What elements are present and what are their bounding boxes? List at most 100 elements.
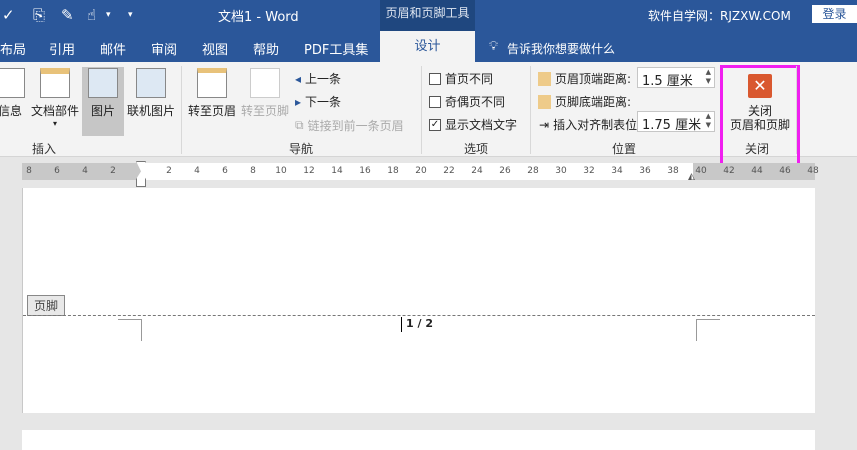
divider [530,66,531,154]
edit-icon[interactable]: ✎ [61,6,74,24]
picture-icon [88,68,118,98]
doc-info-button[interactable]: 信息 [0,68,28,119]
different-first-page-checkbox[interactable]: 首页不同 [429,70,493,87]
goto-header-button[interactable]: 转至页眉 [186,68,238,119]
group-label-insert: 插入 [32,142,57,156]
margin-corner-right [696,319,720,341]
context-tool-header: 页眉和页脚工具 [380,0,475,31]
touch-mode-icon[interactable]: ☝ [87,6,96,24]
ruler-tick-label: 38 [667,166,679,176]
ruler-tick-label: 14 [331,166,343,176]
alignment-tab-icon: ⇥ [539,117,550,132]
ruler-tick-label: 6 [54,166,60,176]
different-odd-even-checkbox[interactable]: 奇偶页不同 [429,93,505,110]
tab-references[interactable]: 引用 [49,39,75,58]
previous-button[interactable]: ◂ 上一条 [295,70,341,87]
ruler-tick-label: 44 [751,166,763,176]
ruler-tick-label: 6 [222,166,228,176]
customize-toolbar-icon[interactable]: ▾ [128,10,133,20]
document-page[interactable] [22,188,815,413]
quick-parts-button[interactable]: 文档部件 ▾ [30,68,80,128]
text-cursor [401,317,402,332]
goto-footer-button[interactable]: 转至页脚 [239,68,291,119]
ruler-tick-label: 28 [527,166,539,176]
online-pictures-button[interactable]: 联机图片 [124,68,178,119]
spinner-arrows-icon[interactable]: ▲ ▼ [706,112,711,130]
insert-alignment-tab-button[interactable]: ⇥ 插入对齐制表位 [539,116,637,133]
group-label-close: 关闭 [745,142,770,156]
ruler-tick-label: 32 [583,166,595,176]
right-indent-marker[interactable]: ◭ [688,172,695,182]
checkmark-icon: ✓ [429,118,441,131]
label: 显示文档文字 [445,118,518,132]
ruler-tick-label: 2 [166,166,172,176]
link-previous-button[interactable]: ⧉ 链接到前一条页眉 [295,117,404,134]
value: 1.5 厘米 [642,74,693,89]
label: 联机图片 [126,104,175,118]
next-button[interactable]: ▸ 下一条 [295,93,341,110]
divider [181,66,182,154]
label: 插入对齐制表位 [553,118,638,132]
label: 下一条 [305,95,342,109]
label: 图片 [90,104,115,118]
tab-layout[interactable]: 布局 [0,39,26,58]
divider [421,66,422,154]
page-number-field[interactable]: 1 / 2 [406,317,433,330]
chevron-down-icon[interactable]: ▾ [106,10,111,20]
label: 奇偶页不同 [445,95,506,109]
ruler-tick-label: 24 [471,166,483,176]
tab-review[interactable]: 审阅 [151,39,177,58]
footer-boundary [23,315,815,316]
ruler-tick-label: 8 [26,166,32,176]
footer-bottom-distance-label: 页脚底端距离: [538,93,631,110]
lightbulb-icon: 💡︎ [489,39,499,54]
login-button[interactable]: 登录 [812,5,857,23]
spelling-icon[interactable]: ✓ [2,6,15,24]
online-picture-icon [136,68,166,98]
window-title: 文档1 - Word [218,10,299,25]
header-top-distance-input[interactable]: 1.5 厘米 ▲ ▼ [637,67,715,89]
tab-view[interactable]: 视图 [202,39,228,58]
site-text: 软件自学网：RJZXW.COM [648,9,791,23]
label: 页脚底端距离: [555,95,632,109]
group-label-options: 选项 [464,142,489,156]
value: 1.75 厘米 [642,118,702,133]
ruler-tick-label: 42 [723,166,735,176]
label: 页眉顶端距离: [555,72,632,86]
ruler-tick-label: 26 [499,166,511,176]
doc-info-icon [0,68,25,98]
ruler-tick-label: 18 [387,166,399,176]
ruler-tick-label: 46 [779,166,791,176]
footer-bottom-distance-input[interactable]: 1.75 厘米 ▲ ▼ [637,111,715,133]
previous-icon: ◂ [295,71,302,86]
label: 文档部件 [30,104,79,118]
close-header-footer-button[interactable]: ✕ 关闭 页眉和页脚 [723,74,797,132]
tab-design[interactable]: 设计 [380,31,475,62]
label: 关闭 [747,104,772,118]
margin-corner-left [118,319,142,341]
label: 页眉和页脚 [729,118,790,132]
close-icon: ✕ [748,74,772,98]
checkbox-icon [429,72,441,85]
ruler-tick-label: 16 [359,166,371,176]
spinner-arrows-icon[interactable]: ▲ ▼ [706,68,711,86]
attach-icon[interactable]: ⎘ [33,6,45,24]
divider [796,66,797,154]
ruler-tick-label: 8 [250,166,256,176]
tell-me-input[interactable]: 告诉我你想要做什么 [507,40,615,57]
ruler-tick-label: 10 [275,166,287,176]
label: 首页不同 [445,72,494,86]
document-page-2[interactable] [22,430,815,450]
pictures-button[interactable]: 图片 [82,67,124,136]
tab-pdf-tools[interactable]: PDF工具集 [304,39,368,58]
show-document-text-checkbox[interactable]: ✓ 显示文档文字 [429,116,517,133]
group-label-position: 位置 [612,142,637,156]
header-top-distance-label: 页眉顶端距离: [538,70,631,87]
ruler-tick-label: 30 [555,166,567,176]
ruler-tick-label: 48 [807,166,819,176]
group-label-navigation: 导航 [289,142,314,156]
tab-mailings[interactable]: 邮件 [100,39,126,58]
label: 转至页眉 [187,104,236,118]
tab-help[interactable]: 帮助 [253,39,279,58]
label: 上一条 [305,72,342,86]
